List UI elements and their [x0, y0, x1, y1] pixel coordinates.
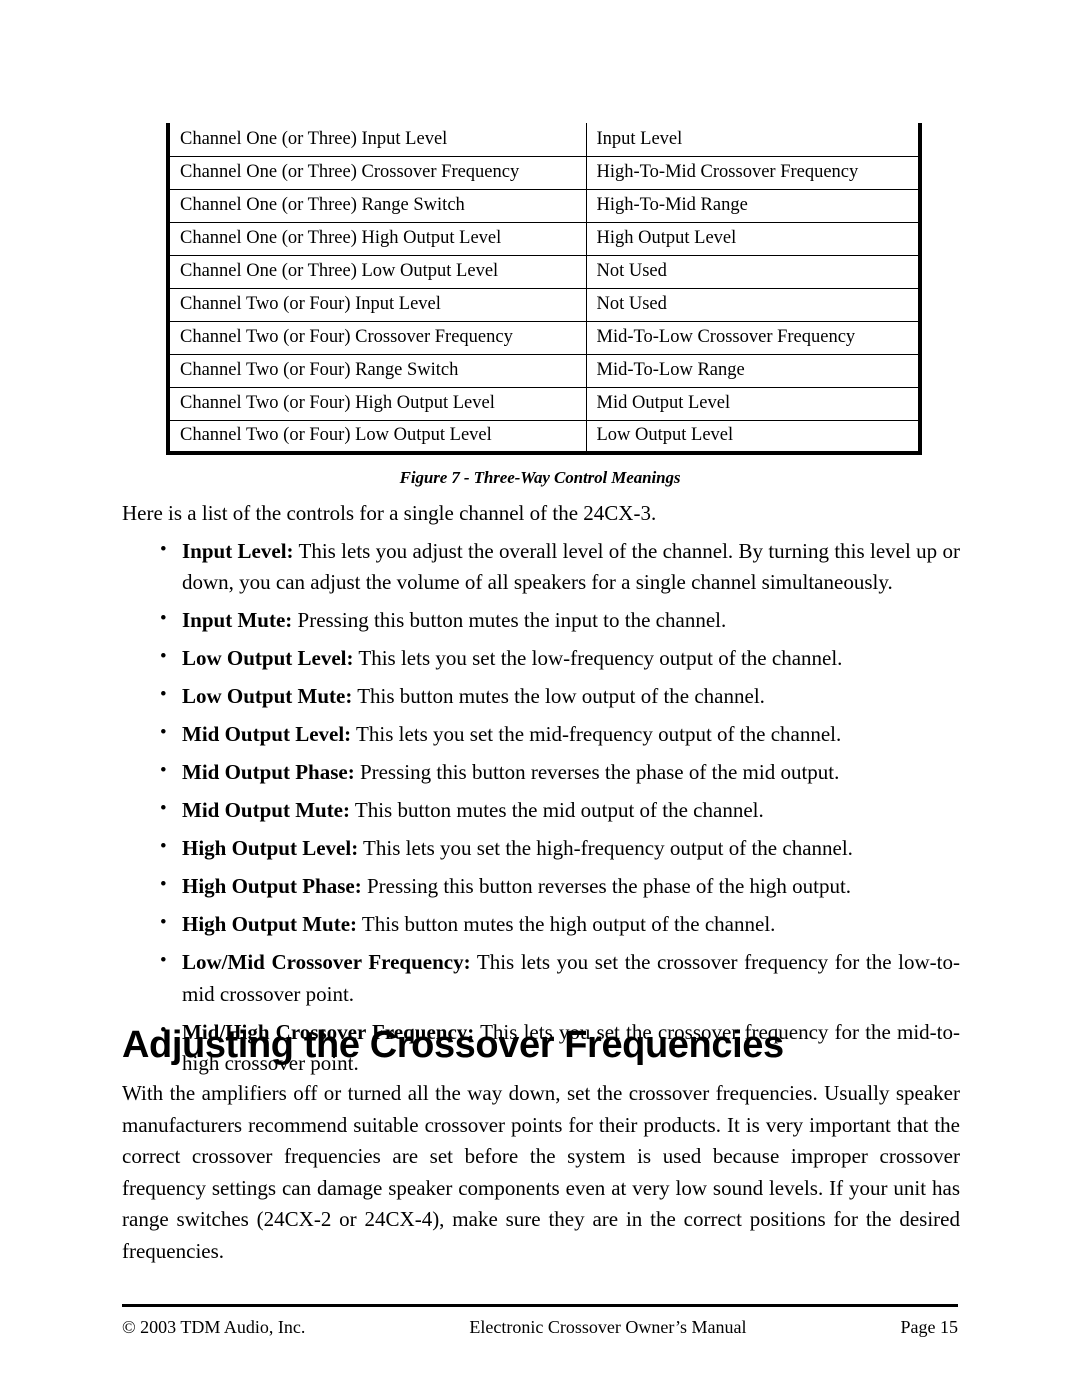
control-description: This lets you set the low-frequency outp… [353, 646, 843, 671]
control-term: Mid Output Phase: [182, 760, 355, 785]
footer-divider [122, 1304, 958, 1307]
table-cell-control: Channel One (or Three) Low Output Level [168, 255, 587, 289]
control-description: This lets you set the high-frequency out… [358, 836, 853, 861]
table-cell-meaning: Mid-To-Low Range [586, 354, 920, 388]
control-term: Input Mute: [182, 608, 293, 633]
table-row: Channel One (or Three) Low Output Level N… [168, 255, 920, 289]
control-term: High Output Phase: [182, 874, 362, 899]
control-term: Mid Output Level: [182, 722, 352, 747]
table-cell-control: Channel One (or Three) Crossover Frequen… [168, 156, 587, 190]
list-item: • Input Level: This lets you adjust the o… [122, 536, 960, 599]
bullet-icon: • [160, 538, 167, 560]
list-item: • Mid Output Level: This lets you set the… [122, 719, 960, 751]
body-content: Here is a list of the controls for a sin… [122, 498, 960, 1086]
table-cell-control: Channel Two (or Four) Low Output Level [168, 420, 587, 453]
table-cell-control: Channel Two (or Four) Crossover Frequenc… [168, 321, 587, 355]
list-item: • Low/Mid Crossover Frequency: This lets … [122, 947, 960, 1010]
figure-7-table-container: Channel One (or Three) Input Level Input … [166, 123, 922, 455]
page-footer: © 2003 TDM Audio, Inc. Electronic Crosso… [122, 1312, 958, 1342]
table-row: Channel Two (or Four) High Output Level M… [168, 387, 920, 421]
footer-copyright: © 2003 TDM Audio, Inc. [122, 1316, 306, 1337]
bullet-icon: • [160, 722, 167, 744]
list-item: • Mid Output Phase: Pressing this button … [122, 757, 960, 789]
section-paragraph: With the amplifiers off or turned all th… [122, 1081, 960, 1263]
table-cell-meaning: Low Output Level [596, 425, 734, 445]
table-cell-meaning: Not Used [586, 288, 920, 322]
bullet-icon: • [160, 912, 167, 934]
control-description: Pressing this button reverses the phase … [354, 760, 840, 785]
table-row: Channel One (or Three) Range Switch High-… [168, 189, 920, 223]
table-cell-control: Channel One (or Three) Input Level [168, 123, 587, 157]
bullet-icon: • [160, 760, 167, 782]
control-term: Input Level: [182, 538, 294, 563]
control-description: This button mutes the low output of the … [352, 684, 765, 709]
document-page: Channel One (or Three) Input Level Input … [0, 0, 1080, 1397]
bullet-icon: • [160, 950, 167, 972]
control-term: Low Output Level: [182, 646, 354, 671]
table-cell-meaning: High-To-Mid Crossover Frequency [586, 156, 920, 190]
table-row: Channel One (or Three) High Output Level… [168, 222, 920, 256]
list-item: • Input Mute: Pressing this button mutes … [122, 605, 960, 637]
table-cell-meaning: Mid Output Level [586, 387, 920, 421]
table-cell-meaning: Mid-To-Low Crossover Frequency [586, 321, 920, 355]
list-item: • Mid Output Mute: This button mutes the … [122, 795, 960, 827]
table-row: Channel Two (or Four) Input Level Not Use… [168, 288, 920, 322]
table-cell-meaning: High-To-Mid Range [586, 189, 920, 223]
table-cell-control: Channel Two (or Four) Input Level [168, 288, 587, 322]
table-cell-meaning: High Output Level [586, 222, 920, 256]
control-description: This lets you adjust the overall level o… [182, 538, 961, 595]
bullet-icon: • [160, 874, 167, 896]
control-description: Pressing this button reverses the phase … [361, 874, 852, 899]
table-row: Channel One (or Three) Crossover Frequen… [168, 156, 920, 190]
table-row: Channel Two (or Four) Crossover Frequenc… [168, 321, 920, 355]
bullet-icon: • [160, 836, 167, 858]
table-body: Channel One (or Three) Input Level Input … [168, 123, 920, 453]
control-description: This button mutes the mid output of the … [350, 798, 764, 823]
control-description: Pressing this button mutes the input to … [292, 608, 727, 633]
list-item: • High Output Phase: Pressing this button… [122, 871, 960, 903]
list-item: • High Output Level: This lets you set th… [122, 833, 960, 865]
table-cell-meaning: Input Level [586, 123, 920, 157]
list-item: • Low Output Level: This lets you set the… [122, 643, 960, 675]
control-term: Low/Mid Crossover Frequency: [182, 950, 471, 975]
control-term: High Output Mute: [182, 912, 358, 937]
table-row: Channel Two (or Four) Low Output Level Lo… [168, 420, 920, 453]
table-cell-control: Channel One (or Three) High Output Level [168, 222, 587, 256]
table-cell-control: Channel Two (or Four) Range Switch [168, 354, 587, 388]
list-item: • High Output Mute: This button mutes the… [122, 909, 960, 941]
table-cell-control: Channel Two (or Four) High Output Level [168, 387, 587, 421]
list-item: • Low Output Mute: This button mutes the … [122, 681, 960, 713]
footer-page-number: Page 15 [900, 1316, 959, 1337]
figure-caption: Figure 7 - Three-Way Control Meanings [399, 468, 681, 487]
control-term: High Output Level: [182, 836, 359, 861]
table-row: Channel Two (or Four) Range Switch Mid-To… [168, 354, 920, 388]
table-cell-meaning: Not Used [586, 255, 920, 289]
bullet-icon: • [160, 684, 167, 706]
table-row: Channel One (or Three) Input Level Input … [168, 123, 920, 157]
three-way-control-meanings-table: Channel One (or Three) Input Level Input … [166, 123, 922, 455]
bullet-icon: • [160, 646, 167, 668]
section-heading: Adjusting the Crossover Frequencies [122, 1024, 784, 1066]
control-term: Low Output Mute: [182, 684, 353, 709]
table-cell-control: Channel One (or Three) Range Switch [168, 189, 587, 223]
bullet-icon: • [160, 608, 167, 630]
footer-manual-title: Electronic Crossover Owner’s Manual [469, 1316, 747, 1337]
intro-paragraph: Here is a list of the controls for a sin… [122, 501, 657, 525]
control-description: This lets you set the mid-frequency outp… [351, 722, 842, 747]
control-description: This button mutes the high output of the… [357, 912, 776, 937]
bullet-icon: • [160, 798, 167, 820]
control-term: Mid Output Mute: [182, 798, 350, 823]
control-descriptions-list: • Input Level: This lets you adjust the o… [122, 536, 960, 1080]
